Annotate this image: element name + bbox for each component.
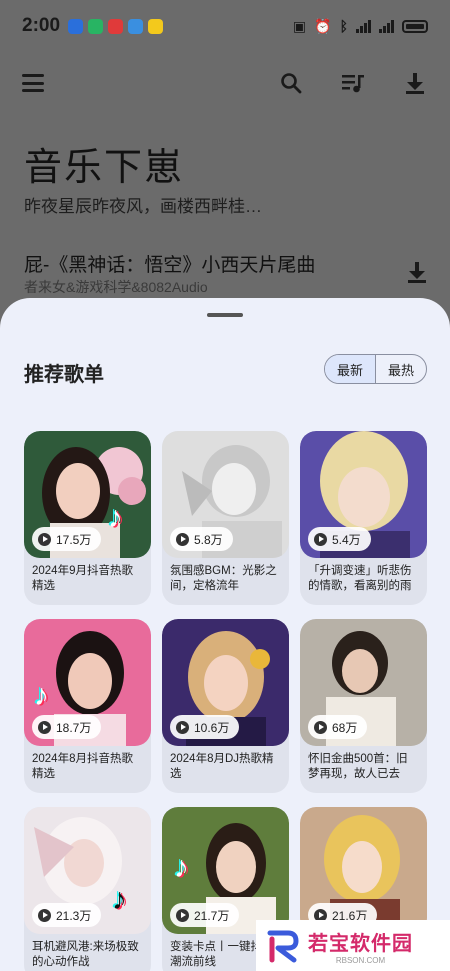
status-icons: ▣ ⏰ ᛒ xyxy=(293,18,428,35)
app-notif-icon xyxy=(88,18,104,34)
play-count: 5.8万 xyxy=(170,527,233,551)
playlist-title: 氛围感BGM：光影之间，定格流年 xyxy=(170,565,277,592)
play-icon xyxy=(314,720,327,734)
watermark-text: 若宝软件园 xyxy=(308,932,413,955)
sort-newest-button[interactable]: 最新 xyxy=(325,355,376,383)
play-count: 10.6万 xyxy=(170,715,240,739)
playlist-card[interactable]: 5.8万 氛围感BGM：光影之间，定格流年 xyxy=(162,431,289,605)
play-icon xyxy=(38,532,51,546)
menu-icon[interactable] xyxy=(22,74,44,92)
playlist-title: 2024年9月抖音热歌精选 xyxy=(32,565,133,592)
play-icon xyxy=(314,532,327,546)
play-count: 21.3万 xyxy=(32,903,102,927)
nfc-icon: ▣ xyxy=(292,17,307,34)
playlist-title: 「升调变速」听悲伤的情歌，看离别的雨 xyxy=(308,565,412,592)
play-count: 18.7万 xyxy=(32,715,102,739)
playlist-card[interactable]: 5.4万 「升调变速」听悲伤的情歌，看离别的雨 xyxy=(300,431,427,605)
playlist-cover: 5.8万 xyxy=(162,431,289,558)
signal-icon xyxy=(356,19,371,33)
playlist-card[interactable]: ♪ 17.5万 2024年9月抖音热歌精选 xyxy=(24,431,151,605)
song-download-icon[interactable] xyxy=(406,260,430,284)
playlist-cover: ♪ 18.7万 xyxy=(24,619,151,746)
play-count: 5.4万 xyxy=(308,527,371,551)
battery-icon xyxy=(402,19,428,33)
watermark-logo-icon xyxy=(267,930,299,962)
recommended-playlists-sheet: 推荐歌单 最新 最热 ♪ 17.5万 2024年9月抖音热歌精选 5.8万 氛围… xyxy=(0,298,450,971)
signal-icon xyxy=(379,19,394,33)
status-time: 2:00 xyxy=(22,15,61,36)
play-count: 17.5万 xyxy=(32,527,102,551)
play-icon xyxy=(176,532,189,546)
app-notif-icon xyxy=(128,18,144,34)
toolbar xyxy=(0,60,450,106)
bluetooth-icon: ᛒ xyxy=(339,18,348,34)
play-count: 21.7万 xyxy=(170,903,240,927)
play-icon xyxy=(176,908,189,922)
play-icon xyxy=(38,720,51,734)
playlist-cover: 21.6万 xyxy=(300,807,427,934)
app-notif-icon xyxy=(108,18,124,34)
playlist-title: 耳机避风港:来场极致的心动作战 xyxy=(32,941,139,968)
notification-icons xyxy=(68,18,164,34)
sort-hottest-button[interactable]: 最热 xyxy=(376,355,426,383)
playlist-icon[interactable] xyxy=(340,70,366,96)
playlist-cover: 10.6万 xyxy=(162,619,289,746)
play-count: 68万 xyxy=(308,715,368,739)
playlist-cover: 68万 xyxy=(300,619,427,746)
playlist-card[interactable]: 68万 怀旧金曲500首：旧梦再现，故人已去 xyxy=(300,619,427,793)
app-notif-icon xyxy=(68,18,84,34)
playlist-title: 2024年8月抖音热歌精选 xyxy=(32,753,133,780)
playlist-card[interactable]: ♪ 21.3万 耳机避风港:来场极致的心动作战 xyxy=(24,807,151,971)
status-bar: 2:00 ▣ ⏰ ᛒ xyxy=(0,0,450,52)
playlist-title: 怀旧金曲500首：旧梦再现，故人已去 xyxy=(308,753,408,780)
page-subtitle: 昨夜星辰昨夜风，画楼西畔桂… xyxy=(24,197,262,216)
app-notif-icon xyxy=(148,18,164,34)
playlist-cover: 5.4万 xyxy=(300,431,427,558)
playlist-title: 2024年8月DJ热歌精选 xyxy=(170,753,274,780)
section-title: 推荐歌单 xyxy=(24,364,104,386)
playlist-grid: ♪ 17.5万 2024年9月抖音热歌精选 5.8万 氛围感BGM：光影之间，定… xyxy=(24,431,428,971)
watermark: 若宝软件园 RBSON.COM xyxy=(256,920,450,971)
playlist-cover: ♪ 21.3万 xyxy=(24,807,151,934)
download-icon[interactable] xyxy=(402,70,428,96)
playlist-cover: ♪ 17.5万 xyxy=(24,431,151,558)
play-icon xyxy=(38,908,51,922)
watermark-url: RBSON.COM xyxy=(335,955,386,965)
sheet-drag-handle[interactable] xyxy=(207,313,243,317)
song-title[interactable]: 屁-《黑神话：悟空》小西天片尾曲 xyxy=(24,250,315,277)
play-icon xyxy=(176,720,189,734)
alarm-icon: ⏰ xyxy=(314,17,332,34)
playlist-cover: ♪ 21.7万 xyxy=(162,807,289,934)
song-artist: 者来女&游戏科学&8082Audio xyxy=(24,279,208,295)
sort-toggle: 最新 最热 xyxy=(324,354,427,384)
playlist-card[interactable]: 10.6万 2024年8月DJ热歌精选 xyxy=(162,619,289,793)
search-icon[interactable] xyxy=(278,70,304,96)
page-title: 音乐下崽 xyxy=(24,145,185,189)
playlist-card[interactable]: ♪ 18.7万 2024年8月抖音热歌精选 xyxy=(24,619,151,793)
